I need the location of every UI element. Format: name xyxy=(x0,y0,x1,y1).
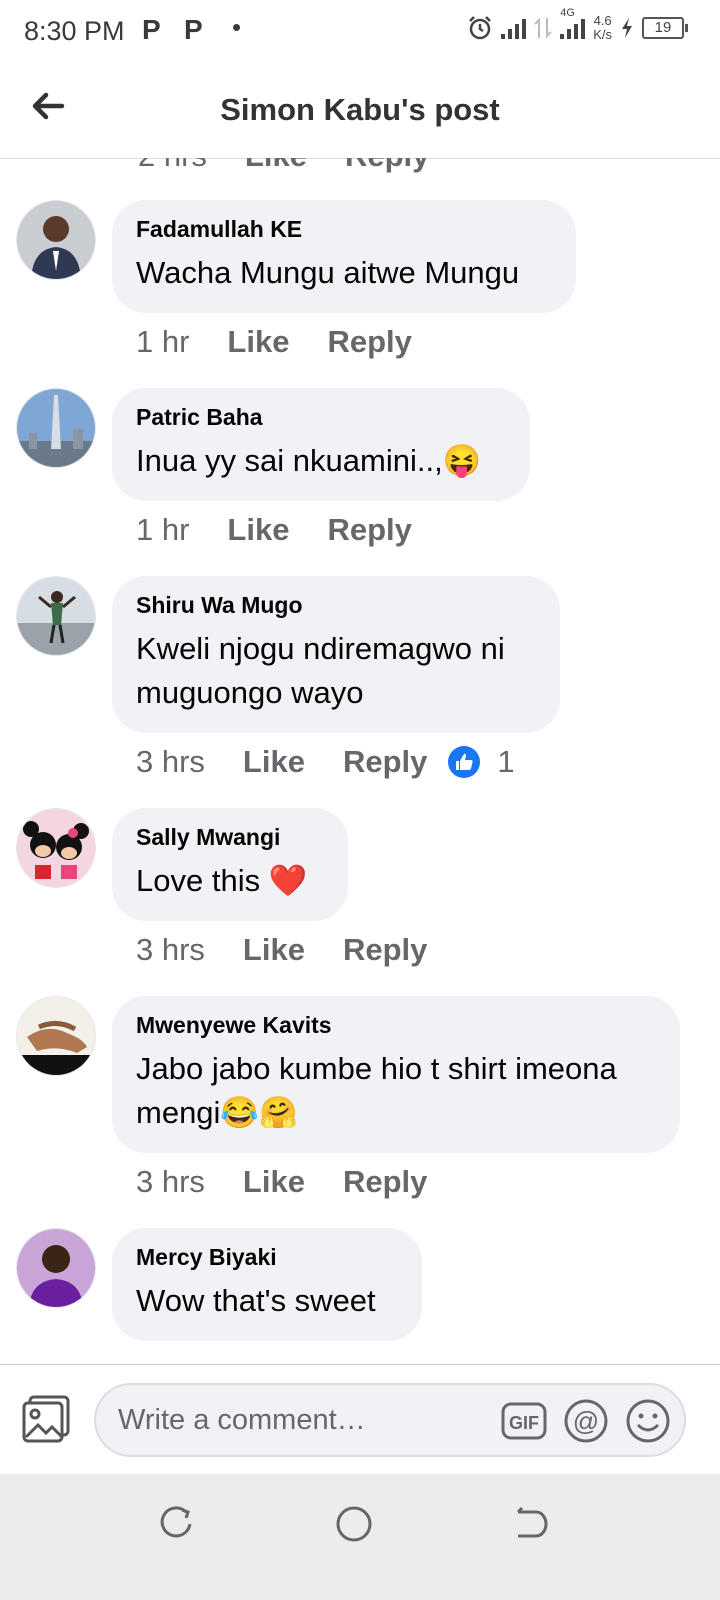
reply-button[interactable]: Reply xyxy=(345,158,429,174)
charging-icon xyxy=(622,18,632,38)
like-button[interactable]: Like xyxy=(243,1164,305,1200)
avatar[interactable] xyxy=(16,1228,96,1308)
notification-icon-p-2: P xyxy=(184,14,203,45)
comment-text: Wacha Mungu aitwe Mungu xyxy=(136,255,520,290)
comment-bubble[interactable]: Mwenyewe Kavits Jabo jabo kumbe hio t sh… xyxy=(112,996,680,1153)
status-icons: 4G 4.6 K/s 19 xyxy=(467,7,688,42)
reply-button[interactable]: Reply xyxy=(343,932,427,968)
reaction-summary[interactable]: 1 xyxy=(447,744,515,780)
signal-icon-1 xyxy=(501,17,527,39)
data-transfer-icon xyxy=(534,17,552,39)
comment-time: 3 hrs xyxy=(136,932,205,967)
speed-value: 4.6 xyxy=(593,13,612,28)
mention-label: @ xyxy=(573,1406,599,1436)
like-button[interactable]: Like xyxy=(243,744,305,780)
like-button[interactable]: Like xyxy=(227,512,289,548)
notification-icon-p: P xyxy=(142,14,161,45)
reply-button[interactable]: Reply xyxy=(343,1164,427,1200)
comment-time: 3 hrs xyxy=(136,744,205,779)
comment-bubble[interactable]: Sally Mwangi Love this ❤️ xyxy=(112,808,348,921)
comment-actions: 3 hrs Like Reply 1 xyxy=(136,744,515,780)
post-header: Simon Kabu's post xyxy=(0,64,720,159)
smiley-icon[interactable] xyxy=(624,1397,672,1445)
comment-text: Kweli njogu ndiremagwo ni muguongo wayo xyxy=(136,631,505,710)
recent-apps-icon[interactable] xyxy=(156,1502,200,1546)
comment-bubble[interactable]: Patric Baha Inua yy sai nkuamini..,😝 xyxy=(112,388,530,501)
comment-author[interactable]: Fadamullah KE xyxy=(136,216,552,243)
page-title: Simon Kabu's post xyxy=(220,92,500,127)
reply-button[interactable]: Reply xyxy=(327,324,411,360)
comment-actions: 3 hrs Like Reply xyxy=(136,1164,427,1200)
comment-bubble[interactable]: Shiru Wa Mugo Kweli njogu ndiremagwo ni … xyxy=(112,576,560,733)
comment-time: 2 hrs xyxy=(138,158,207,174)
avatar[interactable] xyxy=(16,808,96,888)
comment-actions: 1 hr Like Reply xyxy=(136,324,412,360)
comment-author[interactable]: Patric Baha xyxy=(136,404,506,431)
avatar[interactable] xyxy=(16,200,96,280)
signal-icon-2: 4G xyxy=(560,7,586,39)
more-notifications-dot: • xyxy=(232,12,242,42)
comment-time: 1 hr xyxy=(136,512,190,547)
back-nav-icon[interactable] xyxy=(508,1502,552,1546)
partial-comment-actions: 2 hrs Like Reply xyxy=(138,158,429,174)
reaction-count: 1 xyxy=(497,744,515,779)
alarm-icon xyxy=(469,16,492,40)
comment-author[interactable]: Sally Mwangi xyxy=(136,824,324,851)
comment-text: Jabo jabo kumbe hio t shirt imeona mengi… xyxy=(136,1051,617,1130)
comment-text: Love this ❤️ xyxy=(136,863,308,898)
system-nav-bar xyxy=(0,1474,720,1600)
comment-input[interactable] xyxy=(116,1399,490,1441)
comment-input-wrapper[interactable]: GIF @ xyxy=(94,1383,686,1457)
network-speed: 4.6 K/s xyxy=(593,14,612,42)
avatar[interactable] xyxy=(16,576,96,656)
like-button[interactable]: Like xyxy=(227,324,289,360)
image-icon[interactable] xyxy=(20,1393,72,1445)
comment-bubble[interactable]: Mercy Biyaki Wow that's sweet xyxy=(112,1228,422,1341)
speed-unit: K/s xyxy=(593,27,612,42)
comment-actions: 3 hrs Like Reply xyxy=(136,932,427,968)
comment-text: Wow that's sweet xyxy=(136,1283,376,1318)
network-type: 4G xyxy=(560,7,575,19)
comment-actions: 1 hr Like Reply xyxy=(136,512,412,548)
avatar[interactable] xyxy=(16,388,96,468)
gif-icon[interactable]: GIF xyxy=(500,1397,548,1445)
comment-time: 3 hrs xyxy=(136,1164,205,1199)
comment-author[interactable]: Mwenyewe Kavits xyxy=(136,1012,656,1039)
comment-bubble[interactable]: Fadamullah KE Wacha Mungu aitwe Mungu xyxy=(112,200,576,313)
thumbs-up-icon xyxy=(448,746,481,778)
like-button[interactable]: Like xyxy=(243,932,305,968)
avatar[interactable] xyxy=(16,996,96,1076)
comment-text: Inua yy sai nkuamini..,😝 xyxy=(136,443,482,478)
like-button[interactable]: Like xyxy=(245,158,307,174)
comment-composer: GIF @ xyxy=(0,1364,720,1475)
reply-button[interactable]: Reply xyxy=(327,512,411,548)
comment-author[interactable]: Mercy Biyaki xyxy=(136,1244,398,1271)
status-bar: 8:30 PM P P • 4G 4.6 K/s 19 xyxy=(0,0,720,64)
status-time: 8:30 PM xyxy=(24,16,125,46)
comment-time: 1 hr xyxy=(136,324,190,359)
at-icon[interactable]: @ xyxy=(562,1397,610,1445)
home-icon[interactable] xyxy=(332,1502,376,1546)
battery-icon: 19 xyxy=(642,17,688,39)
comment-author[interactable]: Shiru Wa Mugo xyxy=(136,592,536,619)
comments-list[interactable]: 2 hrs Like Reply Fadamullah KE Wacha Mun… xyxy=(0,158,720,1364)
reply-button[interactable]: Reply xyxy=(343,744,427,780)
gif-label: GIF xyxy=(509,1413,539,1433)
